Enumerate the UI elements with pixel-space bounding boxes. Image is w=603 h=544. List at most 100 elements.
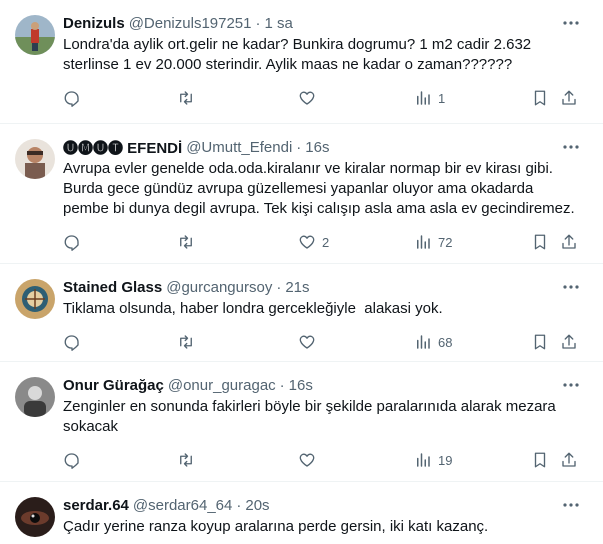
- tweet-header: Onur Gürağaç @onur_guragac · 16s: [63, 362, 603, 395]
- heart-icon: [299, 91, 315, 105]
- tweet[interactable]: Onur Gürağaç @onur_guragac · 16s Zenginl…: [0, 362, 603, 482]
- display-name[interactable]: Onur Gürağaç: [63, 377, 164, 394]
- separator-dot: ·: [276, 278, 282, 296]
- reply-icon: [64, 335, 79, 351]
- timeline: Denizuls @Denizuls197251 · 1 sa Londra'd…: [0, 0, 603, 544]
- more-icon[interactable]: [561, 15, 581, 31]
- retweet-button[interactable]: [177, 232, 201, 252]
- timestamp[interactable]: 21s: [285, 279, 309, 296]
- retweet-icon: [180, 335, 192, 349]
- bookmark-button[interactable]: [531, 332, 549, 352]
- tweet-actions: 68: [63, 332, 603, 352]
- separator-dot: ·: [279, 376, 285, 394]
- bar-chart-icon: [417, 235, 430, 249]
- views-button[interactable]: 68: [414, 332, 452, 352]
- avatar[interactable]: [15, 279, 55, 319]
- tweet-header: Stained Glass @gurcangursoy · 21s: [63, 264, 603, 297]
- views-button[interactable]: 72: [414, 232, 452, 252]
- user-handle[interactable]: @onur_guragac: [168, 377, 276, 394]
- timestamp[interactable]: 16s: [305, 139, 329, 156]
- avatar[interactable]: [15, 139, 55, 179]
- tweet-text: Zenginler en sonunda fakirleri böyle bir…: [63, 398, 556, 435]
- reply-button[interactable]: [63, 88, 87, 108]
- user-handle[interactable]: @serdar64_64: [133, 497, 232, 514]
- user-handle[interactable]: @Denizuls197251: [129, 15, 252, 32]
- separator-dot: ·: [296, 138, 302, 156]
- avatar[interactable]: [15, 497, 55, 537]
- tweet[interactable]: 🅤🅜🅤🅣 EFENDİ @Umutt_Efendi · 16s Avrupa e…: [0, 124, 603, 264]
- like-button[interactable]: [298, 88, 322, 108]
- retweet-icon: [180, 91, 192, 105]
- like-button[interactable]: 2: [298, 232, 329, 252]
- tweet-text: Tiklama olsunda, haber londra gercekleği…: [63, 300, 443, 317]
- tweet-text: Avrupa evler genelde oda.oda.kiralanır v…: [63, 160, 575, 217]
- reply-button[interactable]: [63, 332, 87, 352]
- avatar[interactable]: [15, 377, 55, 417]
- tweet[interactable]: Stained Glass @gurcangursoy · 21s Tiklam…: [0, 264, 603, 362]
- tweet-text: Çadır yerine ranza koyup aralarına perde…: [63, 518, 489, 535]
- retweet-button[interactable]: [177, 450, 201, 470]
- more-icon[interactable]: [561, 497, 581, 513]
- view-count: 72: [438, 234, 453, 250]
- timestamp[interactable]: 1 sa: [265, 15, 293, 32]
- more-icon[interactable]: [561, 139, 581, 155]
- tweet-actions: 1: [63, 88, 603, 108]
- retweet-icon: [180, 235, 192, 249]
- heart-icon: [299, 235, 315, 249]
- reply-icon: [64, 453, 79, 469]
- view-count: 19: [438, 452, 453, 468]
- views-button[interactable]: 1: [414, 88, 445, 108]
- bookmark-button[interactable]: [531, 450, 549, 470]
- bookmark-icon: [534, 234, 546, 250]
- retweet-button[interactable]: [177, 88, 201, 108]
- view-count: 1: [438, 90, 446, 106]
- display-name[interactable]: Stained Glass: [63, 279, 162, 296]
- retweet-button[interactable]: [177, 332, 201, 352]
- display-name[interactable]: 🅤🅜🅤🅣 EFENDİ: [63, 137, 182, 158]
- timestamp[interactable]: 20s: [245, 497, 269, 514]
- heart-icon: [299, 335, 315, 349]
- bookmark-icon: [534, 334, 546, 350]
- bookmark-icon: [534, 452, 546, 468]
- tweet[interactable]: serdar.64 @serdar64_64 · 20s Çadır yerin…: [0, 482, 603, 544]
- display-name[interactable]: serdar.64: [63, 497, 129, 514]
- share-button[interactable]: [560, 332, 578, 352]
- more-icon[interactable]: [561, 279, 581, 295]
- reply-button[interactable]: [63, 450, 87, 470]
- retweet-icon: [180, 453, 192, 467]
- bar-chart-icon: [417, 91, 430, 105]
- bookmark-button[interactable]: [531, 232, 549, 252]
- reply-icon: [64, 235, 79, 251]
- tweet[interactable]: Denizuls @Denizuls197251 · 1 sa Londra'd…: [0, 0, 603, 124]
- reply-button[interactable]: [63, 232, 87, 252]
- share-icon: [562, 452, 576, 467]
- user-handle[interactable]: @gurcangursoy: [166, 279, 272, 296]
- share-button[interactable]: [560, 450, 578, 470]
- share-icon: [562, 334, 576, 349]
- like-count: 2: [322, 234, 330, 250]
- timestamp[interactable]: 16s: [289, 377, 313, 394]
- tweet-text: Londra'da aylik ort.gelir ne kadar? Bunk…: [63, 36, 532, 73]
- views-button[interactable]: 19: [414, 450, 452, 470]
- share-icon: [562, 90, 576, 105]
- view-count: 68: [438, 334, 453, 350]
- avatar[interactable]: [15, 15, 55, 55]
- tweet-header: 🅤🅜🅤🅣 EFENDİ @Umutt_Efendi · 16s: [63, 124, 603, 157]
- share-button[interactable]: [560, 88, 578, 108]
- more-icon[interactable]: [561, 377, 581, 393]
- separator-dot: ·: [236, 496, 242, 514]
- like-button[interactable]: [298, 332, 322, 352]
- user-handle[interactable]: @Umutt_Efendi: [186, 139, 292, 156]
- heart-icon: [299, 453, 315, 467]
- tweet-header: Denizuls @Denizuls197251 · 1 sa: [63, 0, 603, 33]
- bookmark-icon: [534, 90, 546, 106]
- share-button[interactable]: [560, 232, 578, 252]
- tweet-header: serdar.64 @serdar64_64 · 20s: [63, 482, 603, 515]
- tweet-actions: 19: [63, 450, 603, 470]
- reply-icon: [64, 91, 79, 107]
- share-icon: [562, 234, 576, 249]
- like-button[interactable]: [298, 450, 322, 470]
- separator-dot: ·: [255, 14, 261, 32]
- bookmark-button[interactable]: [531, 88, 549, 108]
- display-name[interactable]: Denizuls: [63, 15, 125, 32]
